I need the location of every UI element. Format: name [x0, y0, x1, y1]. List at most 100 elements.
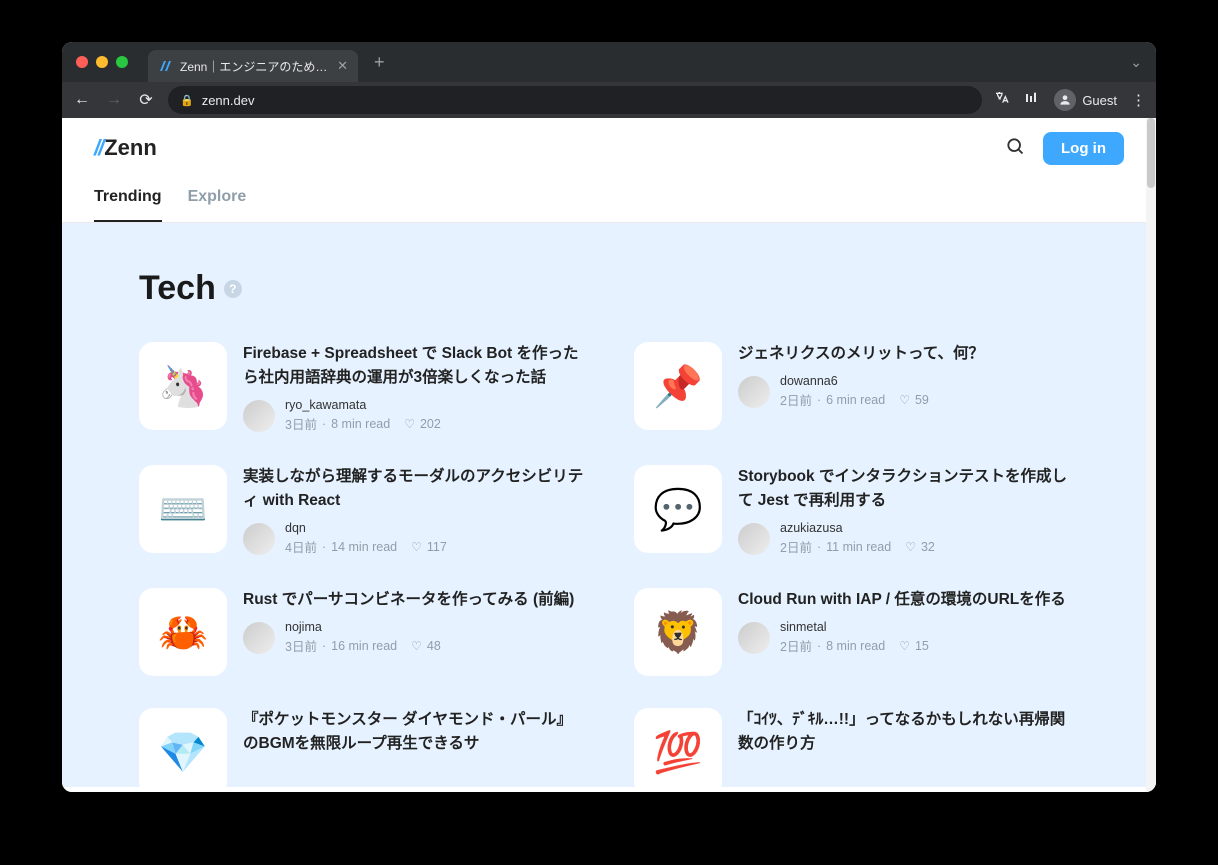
- article-emoji: 💎: [139, 708, 227, 787]
- article-age: 3日前: [285, 414, 317, 433]
- meta-text: dowanna6 2日前·6 min read♡59: [780, 374, 929, 409]
- article-age: 2日前: [780, 537, 812, 556]
- site-header: // Zenn Log in: [62, 118, 1156, 178]
- article-title[interactable]: 「ｺｲﾂ、ﾃﾞｷﾙ…!!」ってなるかもしれない再帰関数の作り方: [738, 708, 1079, 756]
- article-title[interactable]: ジェネリクスのメリットって、何？: [738, 342, 1079, 366]
- help-icon[interactable]: ?: [224, 280, 242, 298]
- new-tab-button[interactable]: +: [374, 52, 385, 73]
- titlebar: Zenn｜エンジニアのための情報共 ✕ + ⌄: [62, 42, 1156, 82]
- tab-close-button[interactable]: ✕: [337, 58, 348, 74]
- toolbar-right: Guest ⋮: [994, 89, 1146, 111]
- heart-icon: ♡: [411, 639, 422, 653]
- article-title[interactable]: Storybook でインタラクションテストを作成して Jest で再利用する: [738, 465, 1079, 513]
- article-age: 2日前: [780, 390, 812, 409]
- meta-line: 2日前·6 min read♡59: [780, 390, 929, 409]
- articles-grid: 🦄Firebase + Spreadsheet で Slack Bot を作った…: [139, 342, 1079, 787]
- window-maximize-button[interactable]: [116, 56, 128, 68]
- article-emoji: 💯: [634, 708, 722, 787]
- site-tabs: Trending Explore: [62, 178, 1156, 223]
- author-name[interactable]: nojima: [285, 620, 441, 634]
- article-body: 実装しながら理解するモーダルのアクセシビリティ with React dqn 4日前…: [243, 465, 584, 556]
- avatar-icon: [1054, 89, 1076, 111]
- article-title[interactable]: 『ポケットモンスター ダイヤモンド・パール』のBGMを無限ループ再生できるサ: [243, 708, 584, 756]
- author-avatar[interactable]: [243, 400, 275, 432]
- author-name[interactable]: sinmetal: [780, 620, 929, 634]
- author-name[interactable]: dowanna6: [780, 374, 929, 388]
- heart-icon: ♡: [899, 639, 910, 653]
- article-card[interactable]: 🦁 Cloud Run with IAP / 任意の環境のURLを作る sinmet…: [634, 588, 1079, 676]
- url-bar[interactable]: 🔒 zenn.dev: [168, 86, 982, 114]
- forward-button[interactable]: →: [104, 91, 124, 109]
- heart-icon: ♡: [411, 540, 422, 554]
- article-read-time: 14 min read: [331, 540, 397, 554]
- article-card[interactable]: 🦄Firebase + Spreadsheet で Slack Bot を作った…: [139, 342, 584, 433]
- dot-separator: ·: [817, 540, 821, 554]
- meta-text: azukiazusa2日前·11 min read♡32: [780, 521, 935, 556]
- article-title[interactable]: Rust でパーサコンビネータを作ってみる (前編): [243, 588, 584, 612]
- article-card[interactable]: 🦀Rust でパーサコンビネータを作ってみる (前編)nojima3日前·16 …: [139, 588, 584, 676]
- article-body: Storybook でインタラクションテストを作成して Jest で再利用する a…: [738, 465, 1079, 556]
- article-title[interactable]: Firebase + Spreadsheet で Slack Bot を作ったら…: [243, 342, 584, 390]
- meta-text: nojima3日前·16 min read♡48: [285, 620, 441, 655]
- article-card[interactable]: 💬Storybook でインタラクションテストを作成して Jest で再利用する…: [634, 465, 1079, 556]
- scrollbar[interactable]: [1146, 118, 1156, 792]
- browser-window: Zenn｜エンジニアのための情報共 ✕ + ⌄ ← → ⟳ 🔒 zenn.dev…: [62, 42, 1156, 792]
- article-likes: 48: [427, 639, 441, 653]
- article-card[interactable]: 💯 「ｺｲﾂ、ﾃﾞｷﾙ…!!」ってなるかもしれない再帰関数の作り方: [634, 708, 1079, 787]
- login-button[interactable]: Log in: [1043, 132, 1124, 165]
- window-minimize-button[interactable]: [96, 56, 108, 68]
- article-body: Cloud Run with IAP / 任意の環境のURLを作る sinmeta…: [738, 588, 1079, 676]
- article-body: 『ポケットモンスター ダイヤモンド・パール』のBGMを無限ループ再生できるサ: [243, 708, 584, 787]
- traffic-lights: [76, 56, 128, 68]
- article-age: 3日前: [285, 636, 317, 655]
- author-avatar[interactable]: [738, 376, 770, 408]
- media-control-icon[interactable]: [1024, 90, 1040, 110]
- author-avatar[interactable]: [738, 622, 770, 654]
- article-card[interactable]: ⌨️実装しながら理解するモーダルのアクセシビリティ with Reactdqn4…: [139, 465, 584, 556]
- article-age: 4日前: [285, 537, 317, 556]
- article-meta: nojima3日前·16 min read♡48: [243, 620, 584, 655]
- meta-line: 3日前·8 min read♡202: [285, 414, 441, 433]
- dot-separator: ·: [322, 540, 326, 554]
- tab-explore[interactable]: Explore: [188, 178, 247, 222]
- dot-separator: ·: [322, 639, 326, 653]
- translate-icon[interactable]: [994, 90, 1010, 110]
- url-text: zenn.dev: [202, 93, 255, 108]
- article-likes: 32: [921, 540, 935, 554]
- article-title[interactable]: Cloud Run with IAP / 任意の環境のURLを作る: [738, 588, 1079, 612]
- author-avatar[interactable]: [243, 523, 275, 555]
- reload-button[interactable]: ⟳: [136, 90, 156, 110]
- article-card[interactable]: 💎 『ポケットモンスター ダイヤモンド・パール』のBGMを無限ループ再生できるサ: [139, 708, 584, 787]
- profile-chip[interactable]: Guest: [1054, 89, 1117, 111]
- browser-tab[interactable]: Zenn｜エンジニアのための情報共 ✕: [148, 50, 358, 82]
- site-logo[interactable]: // Zenn: [94, 135, 157, 161]
- author-name[interactable]: dqn: [285, 521, 447, 535]
- meta-text: dqn4日前·14 min read♡117: [285, 521, 447, 556]
- author-name[interactable]: ryo_kawamata: [285, 398, 441, 412]
- tabs-dropdown-button[interactable]: ⌄: [1130, 54, 1142, 71]
- article-emoji: 🦁: [634, 588, 722, 676]
- browser-toolbar: ← → ⟳ 🔒 zenn.dev Guest ⋮: [62, 82, 1156, 118]
- heart-icon: ♡: [404, 417, 415, 431]
- author-avatar[interactable]: [243, 622, 275, 654]
- article-age: 2日前: [780, 636, 812, 655]
- scrollbar-thumb[interactable]: [1147, 118, 1155, 188]
- tab-trending[interactable]: Trending: [94, 178, 162, 222]
- window-close-button[interactable]: [76, 56, 88, 68]
- meta-text: ryo_kawamata 3日前·8 min read♡202: [285, 398, 441, 433]
- article-read-time: 6 min read: [826, 393, 885, 407]
- article-body: Firebase + Spreadsheet で Slack Bot を作ったら…: [243, 342, 584, 433]
- search-button[interactable]: [1005, 136, 1025, 161]
- back-button[interactable]: ←: [72, 91, 92, 109]
- menu-button[interactable]: ⋮: [1131, 91, 1146, 109]
- article-card[interactable]: 📌ジェネリクスのメリットって、何？dowanna62日前·6 min read♡…: [634, 342, 1079, 433]
- profile-label: Guest: [1082, 93, 1117, 108]
- article-meta: sinmetal2日前·8 min read♡15: [738, 620, 1079, 655]
- article-meta: azukiazusa2日前·11 min read♡32: [738, 521, 1079, 556]
- article-body: 「ｺｲﾂ、ﾃﾞｷﾙ…!!」ってなるかもしれない再帰関数の作り方: [738, 708, 1079, 787]
- article-title[interactable]: 実装しながら理解するモーダルのアクセシビリティ with React: [243, 465, 584, 513]
- author-name[interactable]: azukiazusa: [780, 521, 935, 535]
- author-avatar[interactable]: [738, 523, 770, 555]
- dot-separator: ·: [817, 639, 821, 653]
- section-title-text: Tech: [139, 269, 216, 308]
